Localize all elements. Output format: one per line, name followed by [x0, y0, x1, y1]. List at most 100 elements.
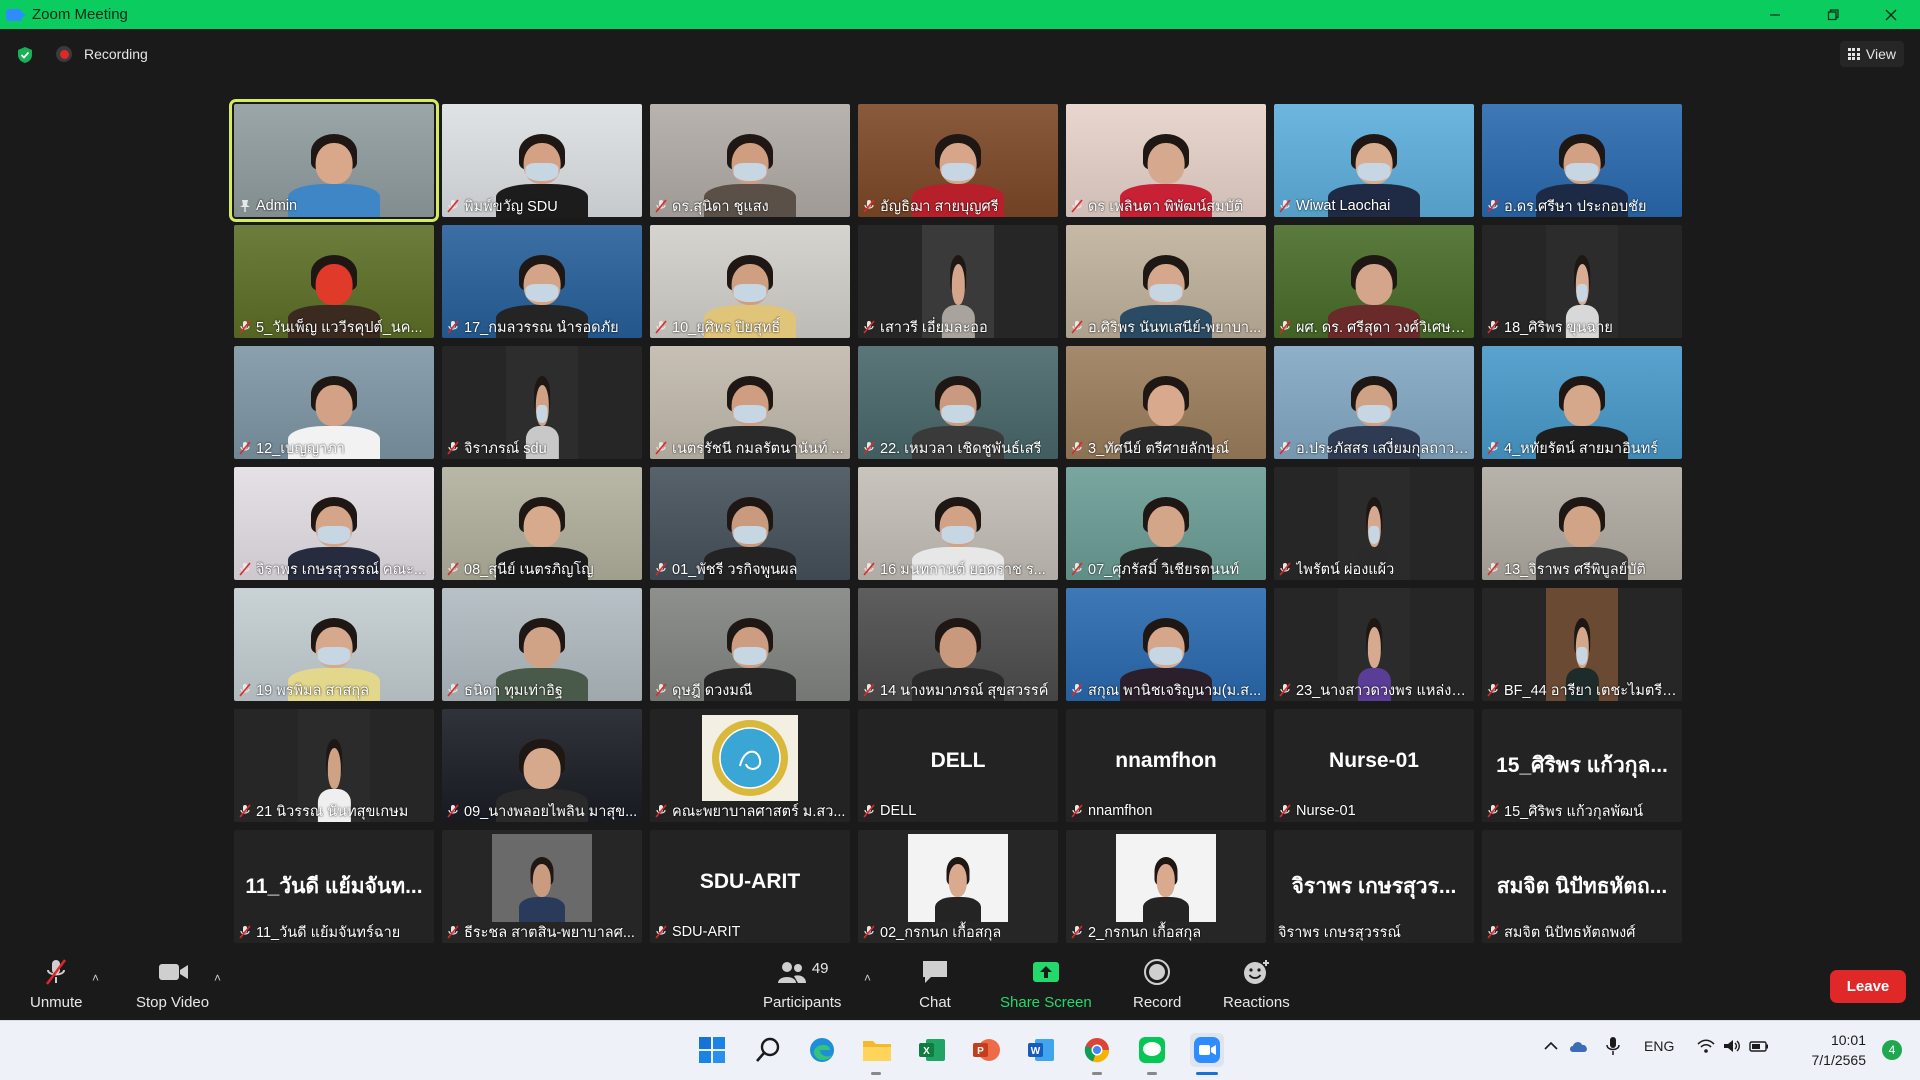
participant-tile[interactable]: 22. เหมวลา เชิดชูพันธ์เสรี [858, 346, 1058, 459]
participant-tile[interactable]: เสาวรี เอี่ยมละออ [858, 225, 1058, 338]
participant-tile[interactable]: อ.ประภัสสร เสงี่ยมกุลถาวร ... [1274, 346, 1474, 459]
muted-mic-icon [863, 562, 875, 576]
participant-tile[interactable]: ดร.สุนิดา ชูแสง [650, 104, 850, 217]
participants-button[interactable]: 49 Participants [763, 958, 841, 1012]
close-button[interactable] [1862, 0, 1920, 29]
participant-tile[interactable]: 18_ศิริพร ขุนฉาย [1482, 225, 1682, 338]
participant-tile[interactable]: สมจิต นิปัทธหัตถ... สมจิต นิปัทธหัตถพงศ์ [1482, 830, 1682, 943]
excel-logo-icon: X [919, 1039, 945, 1061]
minimize-button[interactable] [1746, 0, 1804, 29]
participant-tile[interactable]: 2_กรกนก เกื้อสกุล [1066, 830, 1266, 943]
participant-tile[interactable]: อัญธิฌา สายบุญศรี [858, 104, 1058, 217]
participant-tile[interactable]: ดร เพลินตา พิพัฒน์สมบัติ [1066, 104, 1266, 217]
participant-tile[interactable]: 21 นิวรรณ นันทสุขเกษม [234, 709, 434, 822]
participant-tile[interactable]: 14 นางหมาภรณ์ สุขสวรรค์ [858, 588, 1058, 701]
participant-tile[interactable]: 08_สุนีย์ เนตรภิญโญ [442, 467, 642, 580]
share-screen-button[interactable]: Share Screen [1000, 958, 1092, 1011]
record-button[interactable]: Record [1133, 958, 1181, 1011]
leave-button[interactable]: Leave [1830, 970, 1906, 1003]
pin-icon [240, 200, 250, 212]
start-icon[interactable] [695, 1033, 729, 1067]
stop-video-button[interactable]: Stop Video [136, 958, 209, 1011]
participant-tile[interactable]: Admin [229, 99, 439, 222]
participant-tile[interactable]: เนตรรัชนี กมลรัตนานันท์ ... [650, 346, 850, 459]
speaker-icon[interactable] [1722, 1037, 1742, 1055]
participant-tile[interactable]: 10_ยุศิพร ปิยสุทธิ์ [650, 225, 850, 338]
participant-tile[interactable]: DELL DELL [858, 709, 1058, 822]
participant-tile[interactable]: 5_วันเพ็ญ แววีรคุปต์_นค... [234, 225, 434, 338]
participant-tile[interactable]: SDU-ARIT SDU-ARIT [650, 830, 850, 943]
recording-indicator-icon[interactable] [56, 46, 72, 62]
participant-tile[interactable]: 09_นางพลอยไพลิน มาสุข... [442, 709, 642, 822]
participant-name: 4_หทัยรัตน์ สายมาอินทร์ [1504, 440, 1659, 457]
system-clock[interactable]: 10:01 7/1/2565 [1812, 1030, 1867, 1070]
unmute-button[interactable]: Unmute [30, 958, 83, 1011]
participant-name-bar: Nurse-01 [1278, 802, 1470, 820]
participant-tile[interactable]: 13_จิราพร ศรีพิบูลย์บัติ [1482, 467, 1682, 580]
language-indicator[interactable]: ENG [1644, 1038, 1674, 1054]
participant-tile[interactable]: Nurse-01 Nurse-01 [1274, 709, 1474, 822]
participant-tile[interactable]: ไพรัตน์ ผ่องแผ้ว [1274, 467, 1474, 580]
participant-tile[interactable]: 23_นางสาวดวงพร แหล่งห... [1274, 588, 1474, 701]
word-icon[interactable]: W [1024, 1033, 1058, 1067]
participant-tile[interactable]: พิมพ์ขวัญ SDU [442, 104, 642, 217]
line-icon[interactable] [1135, 1033, 1169, 1067]
excel-icon[interactable]: X [915, 1033, 949, 1067]
chat-button[interactable]: Chat [917, 958, 953, 1011]
participant-tile[interactable]: ผศ. ดร. ศรีสุดา วงศ์วิเศษกุ... [1274, 225, 1474, 338]
participant-tile[interactable]: 19 พรพิมล สาสกุล [234, 588, 434, 701]
participant-name: 01_พัชรี วรกิจพูนผล [672, 561, 798, 578]
video-options-caret-icon[interactable]: ˄ [214, 971, 224, 985]
participant-tile[interactable]: อ.ดร.ศรีษา ประกอบชัย [1482, 104, 1682, 217]
muted-mic-icon [1487, 441, 1499, 455]
restore-button[interactable] [1804, 0, 1862, 29]
participant-tile[interactable]: ธนิดา ทุมเท่าอิฐ [442, 588, 642, 701]
participant-tile[interactable]: จิราภรณ์ sdu [442, 346, 642, 459]
participant-tile[interactable]: 16 มนทกานต์ ยอดราช ร... [858, 467, 1058, 580]
chevron-up-icon[interactable] [1542, 1037, 1560, 1055]
grid-view-icon [1847, 48, 1860, 60]
participant-tile[interactable]: 12_เบญญาภา [234, 346, 434, 459]
participant-tile[interactable]: 4_หทัยรัตน์ สายมาอินทร์ [1482, 346, 1682, 459]
participant-tile[interactable]: 15_ศิริพร แก้วกุล... 15_ศิริพร แก้วกุลพัฒ… [1482, 709, 1682, 822]
participant-tile[interactable]: สกุณ พานิชเจริญนาม(ม.ส... [1066, 588, 1266, 701]
wifi-icon[interactable] [1696, 1037, 1716, 1055]
notification-badge[interactable]: 4 [1882, 1040, 1902, 1060]
zoom-icon[interactable] [1190, 1033, 1224, 1067]
file-explorer-icon[interactable] [860, 1033, 894, 1067]
face-mask [1576, 646, 1588, 665]
chrome-icon[interactable] [1080, 1033, 1114, 1067]
participant-tile[interactable]: 01_พัชรี วรกิจพูนผล [650, 467, 850, 580]
participant-tile[interactable]: 3_ทัศนีย์ ตรีศายลักษณ์ [1066, 346, 1266, 459]
powerpoint-icon[interactable]: P [969, 1033, 1003, 1067]
participant-tile[interactable]: nnamfhon nnamfhon [1066, 709, 1266, 822]
participants-options-caret-icon[interactable]: ˄ [864, 971, 874, 985]
participant-name: ดร.สุนิดา ชูแสง [672, 198, 769, 215]
participant-tile[interactable]: 02_กรกนก เกื้อสกุล [858, 830, 1058, 943]
participant-tile[interactable]: จิราพร เกษรสุวร... จิราพร เกษรสุวรรณ์ [1274, 830, 1474, 943]
participant-name-bar: ธนิดา ทุมเท่าอิฐ [446, 681, 638, 699]
participant-tile[interactable]: BF_44 อารียา เตชะไมตรีจิ... [1482, 588, 1682, 701]
participant-tile[interactable]: อ.ศิริพร นันทเสนีย์-พยาบา... [1066, 225, 1266, 338]
participant-name-bar: เสาวรี เอี่ยมละออ [862, 318, 1054, 336]
participant-tile[interactable]: ธีระชล สาตสิน-พยาบาลศ... [442, 830, 642, 943]
face-mask [733, 283, 767, 302]
tray-microphone-icon[interactable] [1604, 1036, 1622, 1056]
view-button[interactable]: View [1839, 41, 1904, 67]
participant-tile[interactable]: 07_ศุภรัสมิ์ วิเชียรตนนท์ [1066, 467, 1266, 580]
participant-tile[interactable]: 17_กมลวรรณ นำรอดภัย [442, 225, 642, 338]
participant-tile[interactable]: 11_วันดี แย้มจันท... 11_วันดี แย้มจันทร์ฉ… [234, 830, 434, 943]
participant-tile[interactable]: จิราพร เกษรสุวรรณ์ คณะ... [234, 467, 434, 580]
participant-tile[interactable]: ดุษฎี ดวงมณี [650, 588, 850, 701]
reactions-button[interactable]: Reactions [1223, 958, 1290, 1011]
audio-options-caret-icon[interactable]: ˄ [92, 971, 102, 985]
onedrive-cloud-icon[interactable] [1568, 1037, 1592, 1055]
battery-icon[interactable] [1748, 1037, 1770, 1055]
face-mask [525, 283, 559, 302]
security-shield-icon[interactable] [16, 46, 34, 64]
search-icon[interactable] [751, 1033, 785, 1067]
participant-tile[interactable]: คณะพยาบาลศาสตร์ ม.สว... [650, 709, 850, 822]
participant-tile[interactable]: Wiwat Laochai [1274, 104, 1474, 217]
edge-icon[interactable] [805, 1033, 839, 1067]
participant-name: 17_กมลวรรณ นำรอดภัย [464, 319, 619, 336]
